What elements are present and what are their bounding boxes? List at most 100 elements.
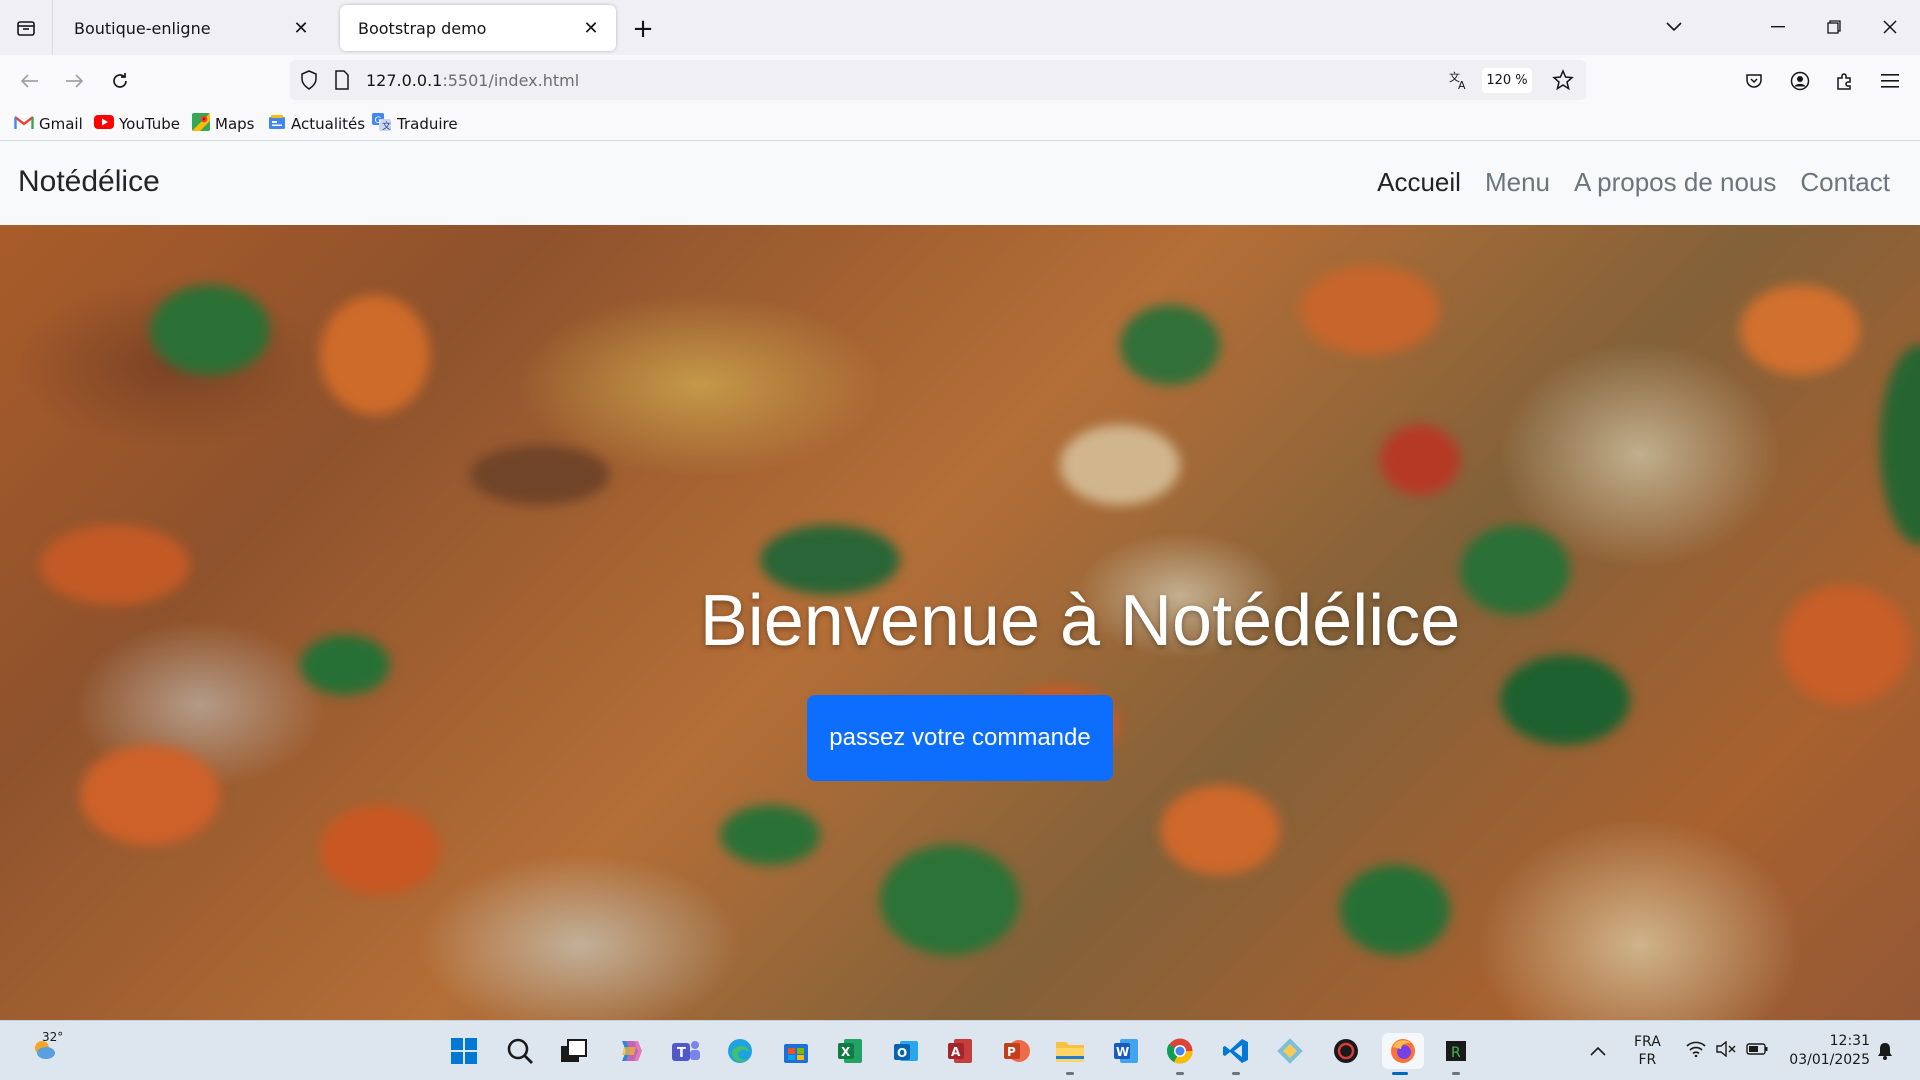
shield-icon[interactable] (300, 70, 318, 94)
svg-text:X: X (841, 1045, 851, 1059)
pocket-icon[interactable] (1738, 65, 1770, 97)
back-icon[interactable] (14, 65, 46, 97)
chrome-icon[interactable] (1162, 1033, 1198, 1075)
translate-page-icon[interactable]: 文A (1448, 69, 1470, 95)
bookmark-label: Actualités (291, 115, 366, 133)
language-indicator[interactable]: FRA FR (1634, 1021, 1661, 1080)
tab-title: Boutique-enligne (74, 18, 211, 38)
weather-temp: 32° (42, 1030, 64, 1044)
extensions-icon[interactable] (1828, 65, 1860, 97)
language-code: FRA (1634, 1034, 1661, 1050)
outlook-icon[interactable]: O (888, 1033, 924, 1069)
bookmark-label: Gmail (39, 115, 83, 133)
nav-link-accueil[interactable]: Accueil (1377, 167, 1461, 198)
tray-chevron-icon[interactable] (1590, 1021, 1606, 1080)
nav-link-a-propos[interactable]: A propos de nous (1574, 167, 1776, 198)
keyboard-layout: FR (1638, 1052, 1657, 1068)
clock-time: 12:31 (1829, 1033, 1870, 1049)
url-bar[interactable]: 127.0.0.1:5501/index.html 文A 120 % (290, 60, 1586, 100)
access-icon[interactable]: A (942, 1033, 978, 1069)
tab-title: Bootstrap demo (358, 18, 487, 38)
order-button[interactable]: passez votre commande (807, 695, 1113, 781)
nav-link-menu[interactable]: Menu (1485, 167, 1550, 198)
word-icon[interactable]: W (1108, 1033, 1144, 1069)
bookmark-gmail[interactable]: Gmail (14, 113, 83, 135)
new-tab-button[interactable]: + (628, 14, 658, 44)
svg-text:T: T (677, 1046, 686, 1061)
bookmark-actualites[interactable]: Actualités (268, 113, 365, 135)
battery-icon (1746, 1043, 1768, 1059)
clock-date: 03/01/2025 (1789, 1052, 1870, 1068)
tab-close-icon[interactable]: ✕ (580, 17, 602, 39)
wifi-icon (1686, 1041, 1706, 1061)
tab-close-icon[interactable]: ✕ (290, 17, 312, 39)
svg-text:R: R (1451, 1045, 1461, 1061)
weather-widget[interactable]: 32° (22, 1030, 66, 1069)
svg-text:文: 文 (382, 120, 391, 131)
bookmark-youtube[interactable]: YouTube (94, 113, 180, 135)
gmail-icon (14, 115, 34, 134)
file-explorer-icon[interactable] (1052, 1033, 1088, 1075)
site-navbar: Notédélice Accueil Menu A propos de nous… (0, 141, 1920, 225)
tab-boutique[interactable]: Boutique-enligne ✕ (56, 5, 326, 51)
copilot-icon[interactable] (612, 1033, 648, 1069)
maps-icon (192, 113, 210, 135)
svg-text:A: A (1458, 79, 1466, 91)
system-tray-icons[interactable] (1686, 1021, 1768, 1080)
restore-icon[interactable] (1816, 10, 1852, 44)
url-text[interactable]: 127.0.0.1:5501/index.html (366, 71, 579, 90)
bookmark-traduire[interactable]: G文 Traduire (372, 113, 458, 135)
translate-icon: G文 (372, 113, 392, 135)
svg-text:A: A (951, 1045, 961, 1059)
bookmark-label: Traduire (397, 115, 458, 133)
windows-taskbar: 32° T X O A P W R FRA FR 12:31 03/01/202… (0, 1020, 1920, 1080)
svg-text:P: P (1007, 1045, 1016, 1059)
clock[interactable]: 12:31 03/01/2025 (1786, 1021, 1870, 1080)
reload-icon[interactable] (104, 65, 136, 97)
firefox-icon[interactable] (1382, 1033, 1424, 1075)
tab-separator (52, 0, 53, 55)
store-icon[interactable] (778, 1033, 814, 1069)
web-page: Notédélice Accueil Menu A propos de nous… (0, 141, 1920, 1020)
edge-icon[interactable] (722, 1033, 758, 1069)
bookmark-star-icon[interactable] (1552, 69, 1574, 95)
minimize-icon[interactable] (1760, 10, 1796, 44)
bookmark-label: YouTube (119, 115, 180, 133)
page-icon (334, 70, 350, 94)
browser-toolbar: 127.0.0.1:5501/index.html 文A 120 % (0, 55, 1920, 107)
site-brand[interactable]: Notédélice (18, 165, 160, 199)
windows-start-icon[interactable] (446, 1033, 482, 1069)
url-path: :5501/index.html (442, 71, 580, 90)
security-app-icon[interactable] (1328, 1033, 1364, 1069)
task-view-icon[interactable] (556, 1033, 592, 1069)
svg-text:G: G (375, 116, 382, 126)
hero-title: Bienvenue à Notédélice (699, 581, 1461, 661)
forward-icon[interactable] (58, 65, 90, 97)
nav-link-contact[interactable]: Contact (1800, 167, 1890, 198)
account-icon[interactable] (1784, 65, 1816, 97)
site-nav-links: Accueil Menu A propos de nous Contact (1377, 167, 1890, 198)
teams-icon[interactable]: T (668, 1033, 704, 1069)
tab-list-chevron-icon[interactable] (1656, 10, 1692, 44)
tab-overview-icon[interactable] (10, 12, 42, 44)
bookmarks-bar: Gmail YouTube Maps Actualités G文 Traduir… (0, 107, 1920, 141)
youtube-icon (94, 115, 114, 133)
browser-tab-bar: Boutique-enligne ✕ Bootstrap demo ✕ + (0, 0, 1920, 55)
menu-hamburger-icon[interactable] (1874, 65, 1906, 97)
news-icon (268, 114, 286, 134)
vscode-icon[interactable] (1218, 1033, 1254, 1075)
search-icon[interactable] (502, 1033, 538, 1069)
excel-icon[interactable]: X (832, 1033, 868, 1069)
bookmark-maps[interactable]: Maps (192, 113, 254, 135)
volume-muted-icon (1716, 1040, 1736, 1061)
svg-text:W: W (1116, 1045, 1129, 1059)
zoom-level[interactable]: 120 % (1482, 68, 1532, 93)
hero-section: Bienvenue à Notédélice passez votre comm… (0, 225, 1920, 1020)
app-icon-r[interactable]: R (1438, 1033, 1474, 1075)
close-window-icon[interactable] (1872, 10, 1908, 44)
bookmark-label: Maps (215, 115, 255, 133)
git-icon[interactable] (1272, 1033, 1308, 1069)
notification-bell-icon[interactable] (1876, 1021, 1894, 1080)
tab-bootstrap-demo[interactable]: Bootstrap demo ✕ (340, 5, 616, 51)
powerpoint-icon[interactable]: P (998, 1033, 1034, 1069)
